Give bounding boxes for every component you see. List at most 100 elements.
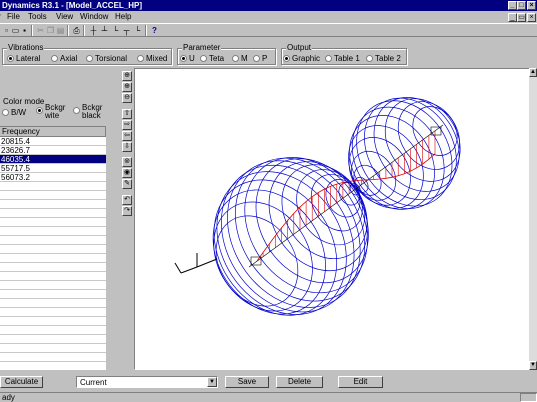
scroll-up-icon[interactable]: ▲ (529, 68, 537, 77)
radio-dot (36, 107, 43, 114)
vibrations-label: Vibrations (7, 43, 45, 52)
title-bar: Dynamics R3.1 - [Model_ACCEL_HP] (0, 0, 537, 11)
chevron-down-icon[interactable]: ▼ (207, 377, 217, 387)
close-icon[interactable]: × (527, 1, 536, 10)
mode-select-value: Current (80, 378, 107, 387)
radio-p[interactable]: P (253, 54, 267, 63)
paste-icon[interactable]: ▤ (56, 26, 65, 35)
status-text: ady (2, 393, 15, 402)
open-icon[interactable]: ▭ (11, 26, 20, 35)
menu-file[interactable]: File (7, 12, 20, 21)
crosshair-icon[interactable]: ┼ (89, 26, 98, 35)
menu-bar: ▫ File Tools View Window Help (0, 11, 537, 23)
list-item[interactable]: 20815.4 (0, 137, 106, 146)
maximize-icon[interactable]: □ (517, 1, 526, 10)
list-item (0, 245, 106, 254)
radio-axial[interactable]: Axial (51, 54, 77, 63)
zoom-in-icon[interactable]: ⊕ (122, 82, 132, 92)
copy-icon[interactable]: ❐ (46, 26, 55, 35)
radio-m[interactable]: M (232, 54, 248, 63)
radio-bckgr-black[interactable]: Bckgr black (73, 104, 104, 120)
menu-tools[interactable]: Tools (28, 12, 47, 21)
graphic-canvas[interactable] (134, 68, 531, 370)
list-item (0, 353, 106, 362)
radio-bw[interactable]: B/W (2, 108, 26, 117)
bearing-support-icon (250, 256, 262, 266)
joint-icon[interactable]: └ (133, 26, 142, 35)
list-item (0, 281, 106, 290)
toolbar-separator (31, 25, 33, 36)
radio-dot (73, 107, 80, 114)
pan-down-icon[interactable]: ⇩ (122, 142, 132, 152)
list-item (0, 326, 106, 335)
list-item (0, 200, 106, 209)
radio-dot (2, 109, 9, 116)
mdi-restore-icon[interactable]: ▭ (517, 13, 526, 22)
menu-view[interactable]: View (56, 12, 73, 21)
radio-dot (51, 55, 58, 62)
cut-icon[interactable]: ✂ (36, 26, 45, 35)
rotate-left-icon[interactable]: ↶ (122, 195, 132, 205)
radio-teta[interactable]: Teta (200, 54, 224, 63)
mdi-minimize-icon[interactable]: _ (508, 13, 517, 22)
support-icon[interactable]: ┴ (100, 26, 109, 35)
list-item (0, 227, 106, 236)
radio-torsional[interactable]: Torsional (86, 54, 127, 63)
shaft-axis-line (248, 124, 444, 268)
list-item (0, 344, 106, 353)
calculate-button[interactable]: Calculate (0, 376, 43, 388)
mdi-close-icon[interactable]: × (527, 13, 536, 22)
vertical-scrollbar[interactable]: ▲ ▼ (529, 68, 537, 370)
pan-up-icon[interactable]: ⇧ (122, 109, 132, 119)
view-icon[interactable]: ◉ (122, 168, 132, 178)
delete-button[interactable]: Delete (276, 376, 323, 388)
radio-table-1[interactable]: Table 1 (325, 54, 360, 63)
print-icon[interactable]: ⎙ (72, 26, 81, 35)
radio-lateral[interactable]: Lateral (7, 54, 40, 63)
radio-dot (86, 55, 93, 62)
toolbar-separator (145, 25, 147, 36)
radio-dot (232, 55, 239, 62)
zoom-out-icon[interactable]: ⊖ (122, 93, 132, 103)
list-item (0, 254, 106, 263)
corner-icon[interactable]: └ (111, 26, 120, 35)
radio-u[interactable]: U (180, 54, 195, 63)
radio-mixed[interactable]: Mixed (137, 54, 167, 63)
radio-dot (7, 55, 14, 62)
zoom-icon[interactable]: ⊕ (122, 71, 132, 81)
pen-icon[interactable]: ✎ (122, 179, 132, 189)
frame-icon[interactable]: ┬ (122, 26, 131, 35)
list-item (0, 335, 106, 344)
list-item (0, 209, 106, 218)
list-item (0, 290, 106, 299)
help-icon[interactable]: ? (150, 26, 159, 35)
list-item (0, 236, 106, 245)
radio-graphic[interactable]: Graphic (283, 54, 320, 63)
menu-window[interactable]: Window (80, 12, 108, 21)
edit-button[interactable]: Edit (338, 376, 383, 388)
axis-triad-line (180, 266, 198, 274)
save-icon[interactable]: ▪ (20, 26, 29, 35)
status-bar: ady (0, 392, 537, 402)
rotate-3d-icon[interactable]: ⊚ (122, 157, 132, 167)
toolbar-separator (67, 25, 69, 36)
list-item[interactable]: 55717.5 (0, 164, 106, 173)
radio-bckgr-wite[interactable]: Bckgr wite (36, 104, 67, 120)
menu-help[interactable]: Help (115, 12, 131, 21)
rotate-right-icon[interactable]: ↷ (122, 206, 132, 216)
radio-dot (253, 55, 260, 62)
save-button[interactable]: Save (225, 376, 269, 388)
scroll-down-icon[interactable]: ▼ (529, 361, 537, 370)
mode-select[interactable]: Current ▼ (76, 376, 218, 388)
list-item (0, 308, 106, 317)
pan-right-icon[interactable]: ⇨ (122, 120, 132, 130)
new-icon[interactable]: ▫ (2, 26, 11, 35)
list-item (0, 182, 106, 191)
list-item-selected[interactable]: 46035.4 (0, 155, 106, 164)
list-item[interactable]: 23626.7 (0, 146, 106, 155)
radio-table-2[interactable]: Table 2 (366, 54, 401, 63)
pan-left-icon[interactable]: ⇦ (122, 131, 132, 141)
frequency-list[interactable]: Frequency 20815.4 23626.7 46035.4 55717.… (0, 126, 106, 370)
list-item[interactable]: 56073.2 (0, 173, 106, 182)
minimize-icon[interactable]: _ (508, 1, 517, 10)
